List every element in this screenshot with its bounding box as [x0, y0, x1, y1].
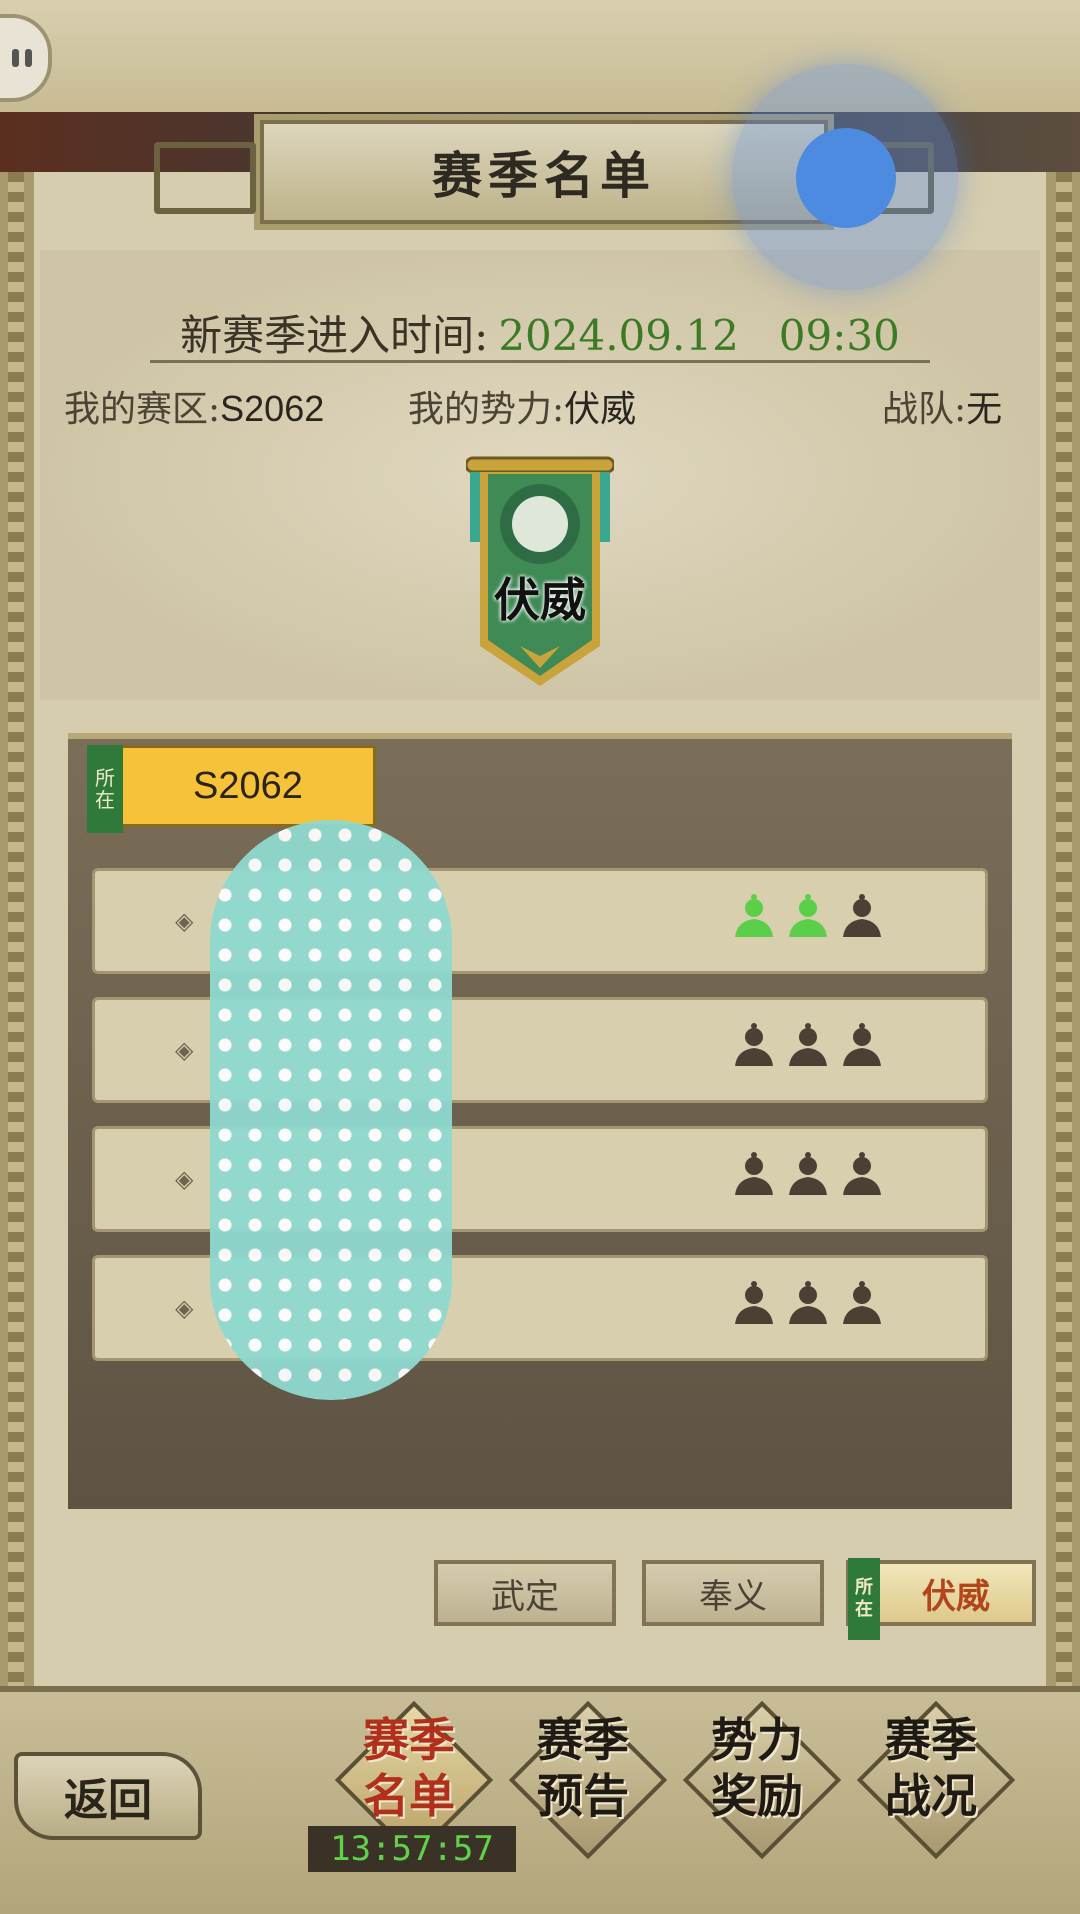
person-active-icon [735, 894, 773, 937]
my-team: 战队:无 [882, 389, 1003, 430]
privacy-mask [210, 820, 452, 1400]
my-faction-value: 伏威 [564, 389, 637, 430]
current-flag: 所在 [87, 745, 123, 833]
faction-tab-wuding[interactable]: 武定 [434, 1560, 616, 1626]
row-arrow-icon: ◈ [175, 1294, 194, 1322]
person-inactive-icon [735, 1152, 773, 1195]
season-date: 2024.09.12 [498, 311, 739, 360]
pause-button[interactable] [0, 14, 52, 102]
touch-indicator [732, 64, 958, 290]
my-zone: 我的赛区:S2062 [64, 388, 325, 430]
zone-tag: 所在 S2062 [87, 745, 376, 833]
person-inactive-icon [843, 894, 881, 937]
row-arrow-icon: ◈ [175, 907, 194, 935]
row-arrow-icon: ◈ [175, 1165, 194, 1193]
season-enter-time: 新赛季进入时间: 2024.09.12 09:30 [0, 302, 1080, 363]
pause-icon [12, 49, 19, 67]
nav-faction-rewards[interactable]: 势力 奖励 [682, 1700, 842, 1860]
member-slots [731, 1022, 885, 1068]
faction-tab-fengyi[interactable]: 奉义 [642, 1560, 824, 1626]
person-inactive-icon [843, 1023, 881, 1066]
person-active-icon [789, 894, 827, 937]
zone-tag-label: S2062 [193, 764, 303, 807]
member-slots [731, 1280, 885, 1326]
my-faction: 我的势力:伏威 [408, 389, 637, 430]
banner-text: 伏威 [494, 573, 586, 627]
person-inactive-icon [735, 1281, 773, 1324]
member-slots [731, 893, 885, 939]
person-inactive-icon [789, 1281, 827, 1324]
season-time: 09:30 [778, 311, 900, 360]
person-inactive-icon [789, 1023, 827, 1066]
person-inactive-icon [843, 1281, 881, 1324]
person-inactive-icon [735, 1023, 773, 1066]
person-inactive-icon [789, 1152, 827, 1195]
row-arrow-icon: ◈ [175, 1036, 194, 1064]
faction-banner: 伏威 [464, 450, 616, 690]
back-button[interactable]: 返回 [14, 1752, 202, 1840]
faction-tab-fuwei[interactable]: 所在 伏威 [846, 1558, 1036, 1640]
member-slots [731, 1151, 885, 1197]
my-zone-value: S2062 [220, 388, 325, 429]
countdown-timer: 13:57:57 [308, 1826, 516, 1872]
current-flag: 所在 [848, 1558, 880, 1640]
divider [150, 360, 930, 363]
nav-season-preview[interactable]: 赛季 预告 [508, 1700, 668, 1860]
person-inactive-icon [843, 1152, 881, 1195]
season-enter-label: 新赛季进入时间: [180, 311, 489, 360]
nav-season-battle[interactable]: 赛季 战况 [856, 1700, 1016, 1860]
page-title: 赛季名单 [432, 146, 656, 205]
my-team-value: 无 [966, 389, 1003, 430]
